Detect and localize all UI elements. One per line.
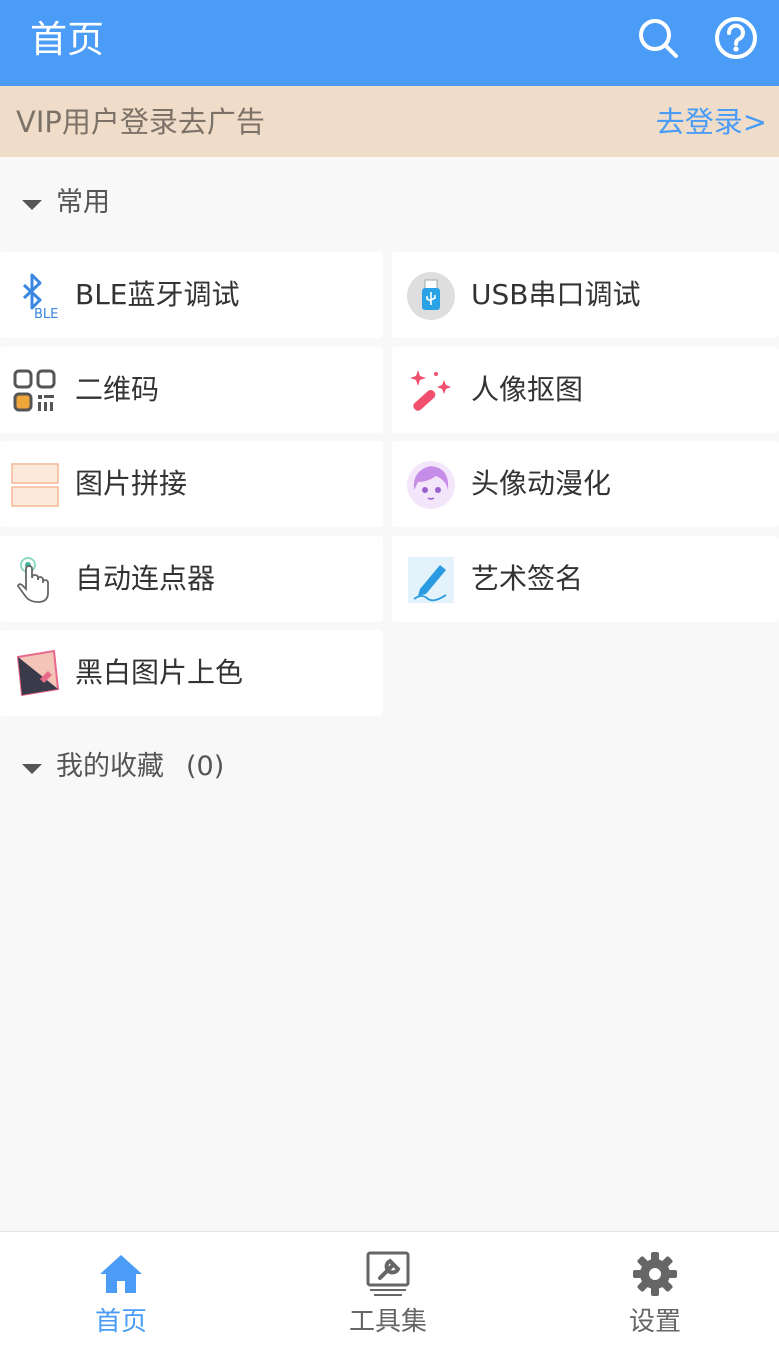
tool-tile-image-stitch[interactable]: 图片拼接 xyxy=(0,441,383,527)
caret-down-icon xyxy=(22,764,42,774)
usb-icon xyxy=(407,272,455,320)
search-icon xyxy=(639,19,678,58)
tool-tile-qrcode[interactable]: 二维码 xyxy=(0,347,383,433)
magic-wand-icon xyxy=(410,370,451,411)
home-icon xyxy=(100,1255,142,1293)
tool-label: 自动连点器 xyxy=(75,562,216,595)
bluetooth-icon: BLE xyxy=(22,273,58,321)
toolbox-icon xyxy=(366,1251,410,1296)
section-label: 我的收藏 xyxy=(56,751,164,782)
tool-label: 艺术签名 xyxy=(471,562,584,595)
section-label: 常用 xyxy=(56,187,110,218)
tab-home[interactable]: 首页 xyxy=(41,1232,201,1349)
login-link[interactable]: 去登录> xyxy=(656,104,767,140)
tab-label: 工具集 xyxy=(348,1307,427,1337)
tool-tile-portrait-cutout[interactable]: 人像抠图 xyxy=(392,347,779,433)
section-header-favorites[interactable]: 我的收藏 (0) xyxy=(0,738,779,798)
tab-label: 设置 xyxy=(628,1307,681,1337)
help-button[interactable] xyxy=(714,16,758,60)
tool-label: USB串口调试 xyxy=(471,278,641,311)
vip-banner-text: VIP用户登录去广告 xyxy=(16,105,265,139)
image-stitch-icon xyxy=(11,463,59,507)
help-icon xyxy=(715,17,757,59)
tool-tile-art-signature[interactable]: 艺术签名 xyxy=(392,536,779,622)
tool-label: 图片拼接 xyxy=(75,467,188,500)
caret-down-icon xyxy=(22,200,42,210)
bottom-nav: 首页 工具集 设置 xyxy=(0,1231,779,1349)
anime-avatar-icon xyxy=(407,461,455,509)
qrcode-icon xyxy=(13,369,56,412)
tool-label: BLE蓝牙调试 xyxy=(75,278,240,311)
search-button[interactable] xyxy=(636,16,680,60)
tool-tile-auto-clicker[interactable]: 自动连点器 xyxy=(0,536,383,622)
tool-tile-colorize[interactable]: 黑白图片上色 xyxy=(0,630,383,716)
colorize-icon xyxy=(16,649,60,697)
tab-toolbox[interactable]: 工具集 xyxy=(308,1232,468,1349)
pen-icon xyxy=(408,557,454,603)
tool-tile-usb[interactable]: USB串口调试 xyxy=(392,252,779,338)
tap-finger-icon xyxy=(16,557,49,603)
tool-label: 二维码 xyxy=(75,373,160,406)
tool-label: 人像抠图 xyxy=(471,373,584,406)
tool-tile-anime-avatar[interactable]: 头像动漫化 xyxy=(392,441,779,527)
tab-label: 首页 xyxy=(94,1307,147,1337)
top-app-bar: 首页 xyxy=(0,0,779,86)
vip-banner: VIP用户登录去广告 去登录> xyxy=(0,86,779,157)
svg-text:BLE: BLE xyxy=(34,307,58,321)
favorites-count: (0) xyxy=(186,751,225,782)
tool-label: 头像动漫化 xyxy=(471,467,612,500)
gear-icon xyxy=(633,1252,677,1296)
tool-label: 黑白图片上色 xyxy=(75,656,244,689)
page-title: 首页 xyxy=(30,18,104,61)
tool-tile-ble[interactable]: BLE BLE蓝牙调试 xyxy=(0,252,383,338)
section-header-common[interactable]: 常用 xyxy=(0,174,779,234)
tab-settings[interactable]: 设置 xyxy=(575,1232,735,1349)
